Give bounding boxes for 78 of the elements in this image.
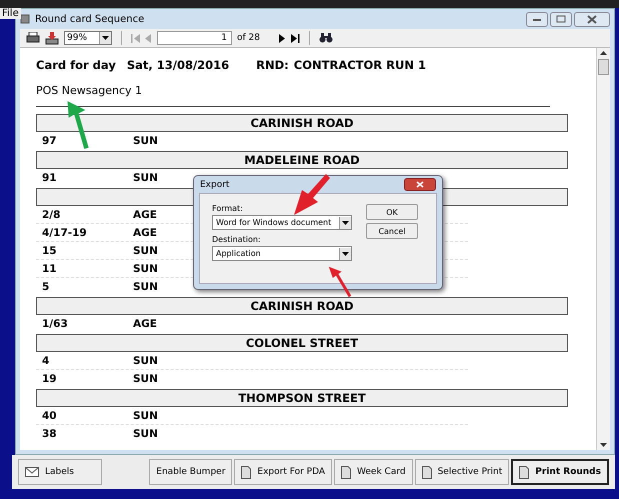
caret-icon [342, 252, 349, 256]
window-icon [20, 14, 30, 24]
format-dropdown[interactable]: Word for Windows document [212, 215, 352, 230]
street-header: MADELEINE ROAD [36, 151, 568, 169]
code-cell: AGE [133, 208, 157, 220]
page-icon [519, 466, 530, 478]
print-icon[interactable] [26, 32, 40, 44]
close-button[interactable] [404, 178, 436, 191]
address-cell-text: 19 [42, 372, 58, 384]
code-cell: SUN [133, 244, 158, 256]
code-cell: SUN [133, 354, 158, 366]
agency-name: POS Newsagency 1 [36, 84, 144, 97]
zoom-dropdown[interactable]: 99% [64, 31, 112, 45]
file-menu[interactable]: File [0, 8, 21, 19]
binoculars-icon[interactable] [319, 33, 333, 43]
scroll-up-icon[interactable] [600, 51, 607, 55]
toolbar-button[interactable]: Labels [18, 459, 102, 485]
scroll-down-icon[interactable] [600, 443, 607, 447]
destination-dropdown[interactable]: Application [212, 246, 352, 261]
code-cell: AGE [133, 318, 157, 330]
code-cell: SUN [133, 172, 158, 184]
page-icon [241, 466, 252, 478]
toolbar-button[interactable]: Selective Print [414, 459, 510, 485]
code-cell: SUN [133, 428, 158, 440]
report-heading: Card for day [36, 58, 116, 72]
toolbar-button[interactable]: Enable Bumper [149, 459, 232, 485]
address-cell-text: 1/63 [42, 318, 69, 330]
toolbar-button[interactable]: Print Rounds [511, 459, 609, 485]
address-cell-text: 2/8 [42, 208, 62, 220]
toolbar-button[interactable]: Export For PDA [234, 459, 332, 485]
code-cell: SUN [133, 410, 158, 422]
street-header: THOMPSON STREET [36, 389, 568, 407]
format-label: Format: [212, 204, 244, 213]
caret-icon [102, 36, 109, 40]
caret-icon [342, 220, 349, 224]
close-button[interactable] [574, 12, 610, 26]
scroll-thumb[interactable] [598, 59, 609, 75]
address-cell-text: 11 [42, 262, 58, 274]
toolbar-button[interactable]: Week Card [334, 459, 413, 485]
dialog-button[interactable]: Cancel [366, 223, 418, 239]
street-header: COLONEL STREET [36, 334, 568, 352]
minimize-icon [532, 16, 542, 22]
maximize-button[interactable] [550, 12, 572, 26]
window-title: Round card Sequence [35, 14, 144, 24]
address-cell-text: 4/17-19 [42, 226, 88, 238]
envelope-icon [25, 467, 39, 477]
page-icon [422, 466, 432, 478]
address-cell-text: 4 [42, 354, 50, 366]
code-cell: AGE [133, 226, 157, 238]
code-cell: SUN [133, 134, 158, 146]
code-cell: SUN [133, 372, 158, 384]
page-count: of 28 [237, 33, 260, 43]
code-cell: SUN [133, 280, 158, 292]
address-cell-text: 5 [42, 280, 50, 292]
dialog-title: Export [200, 180, 230, 190]
address-cell-text: 38 [42, 428, 58, 440]
address-cell-text: 97 [42, 134, 58, 146]
minimize-button[interactable] [526, 12, 548, 26]
address-cell-text: 15 [42, 244, 58, 256]
dialog-button[interactable]: OK [366, 204, 418, 220]
export-icon[interactable] [45, 32, 59, 44]
page-icon [341, 466, 352, 478]
run-name: CONTRACTOR RUN 1 [294, 58, 426, 72]
next-page-icon[interactable] [279, 34, 286, 42]
last-page-icon[interactable] [291, 34, 300, 42]
arrow-icon [292, 172, 332, 217]
run-label: RND: [256, 58, 289, 72]
street-header: CARINISH ROAD [36, 297, 568, 315]
street-header: CARINISH ROAD [36, 114, 568, 132]
address-cell-text: 91 [42, 172, 58, 184]
destination-label: Destination: [212, 235, 262, 244]
page-field[interactable]: 1 [157, 31, 232, 45]
close-icon [587, 14, 597, 24]
report-date: Sat, 13/08/2016 [126, 58, 230, 72]
code-cell: SUN [133, 262, 158, 274]
maximize-icon [556, 15, 566, 23]
address-cell-text: 40 [42, 410, 58, 422]
close-icon [416, 181, 424, 188]
